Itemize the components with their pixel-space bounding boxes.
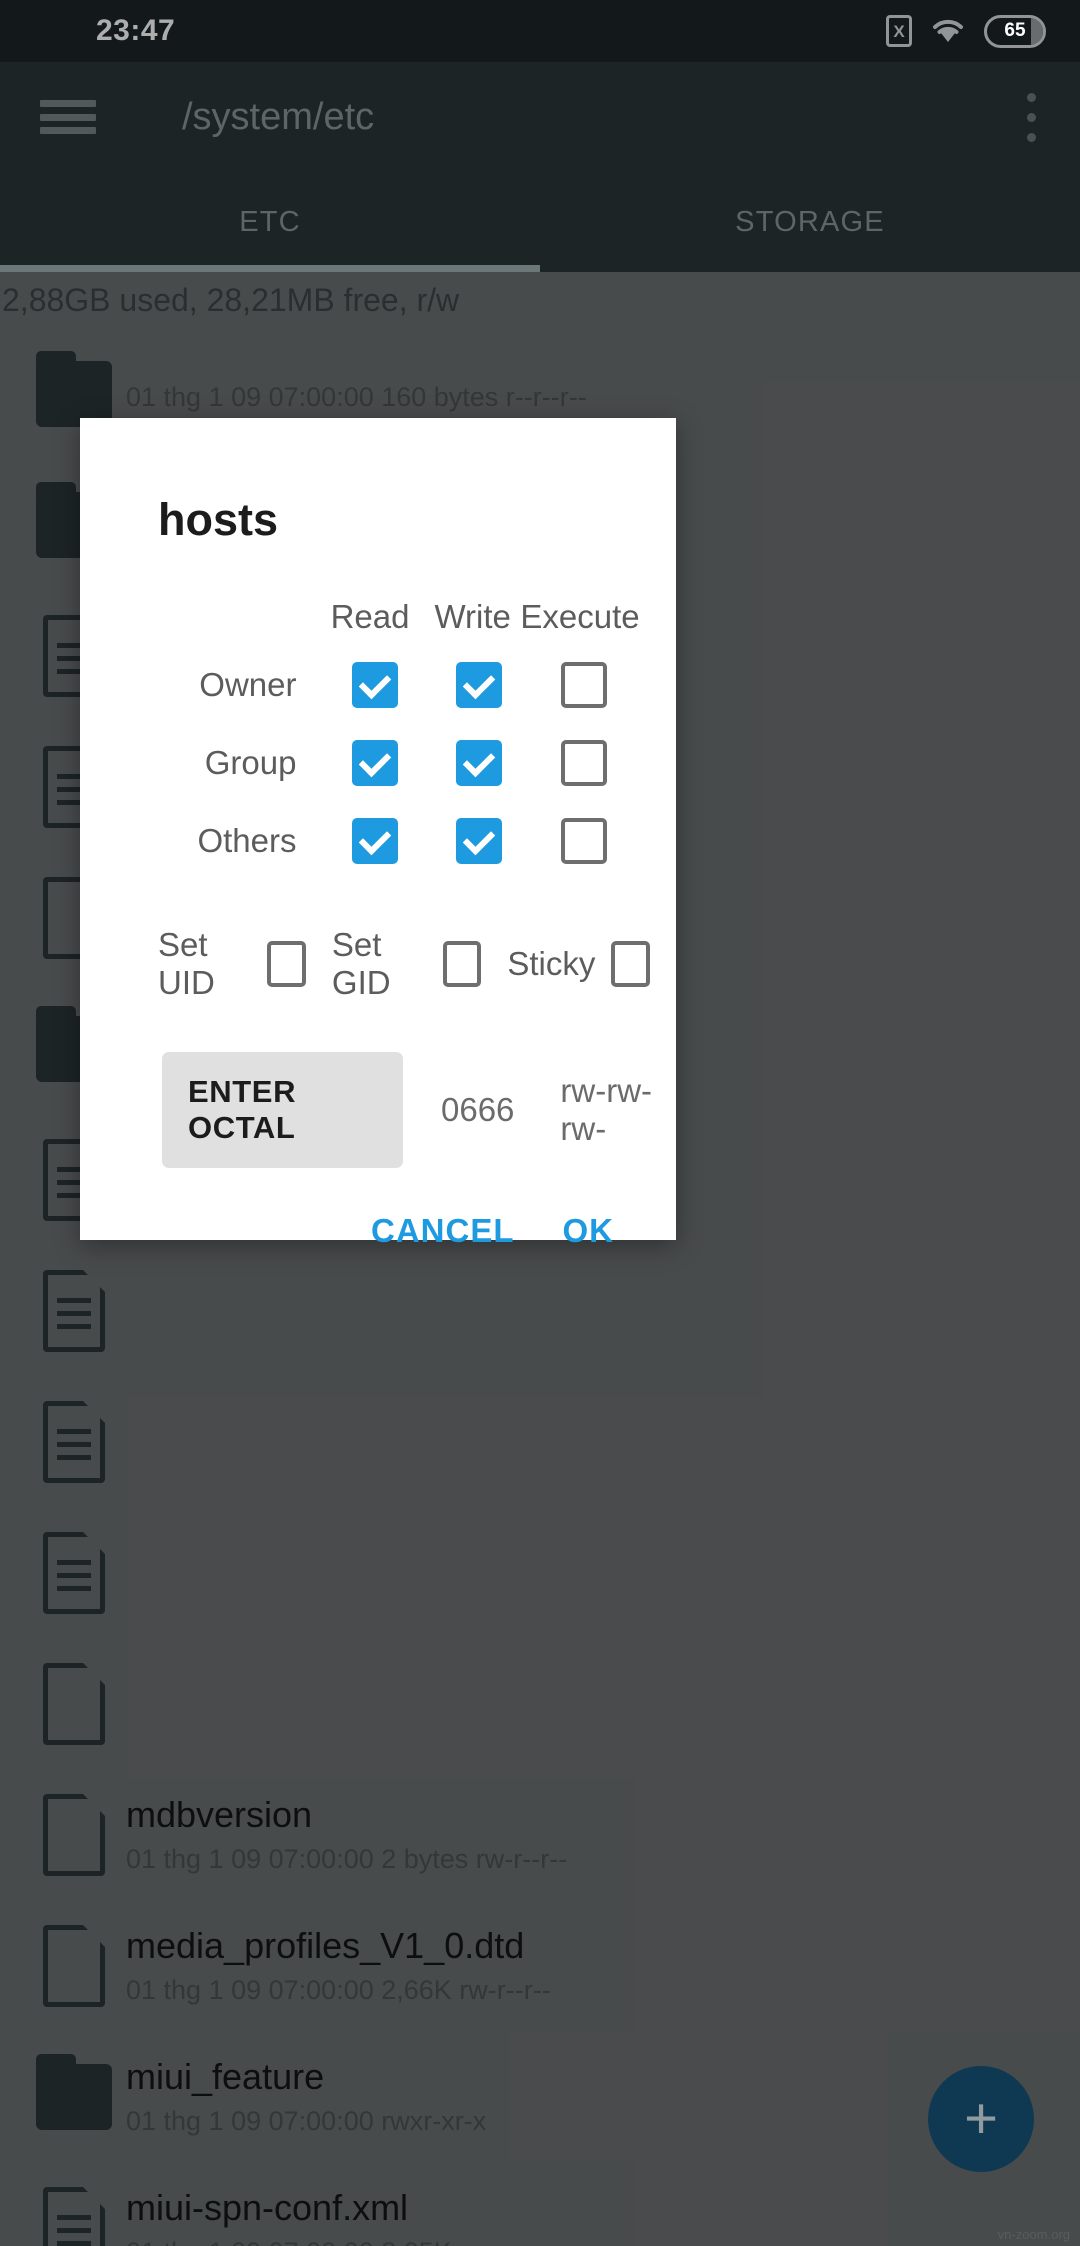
checkbox-cell — [427, 740, 532, 786]
permission-row-others: Others — [80, 802, 636, 880]
checkbox-sticky[interactable] — [611, 941, 651, 987]
row-label-group: Group — [204, 744, 297, 781]
cancel-button[interactable]: CANCEL — [371, 1212, 515, 1250]
row-label-others: Others — [197, 822, 297, 859]
column-header-write: Write — [434, 598, 511, 635]
octal-row: ENTER OCTAL 0666 rw-rw-rw- — [80, 1052, 676, 1168]
checkbox-cell — [427, 818, 532, 864]
label-set-uid: Set UID — [158, 926, 215, 1001]
checkbox-group-read[interactable] — [351, 740, 398, 786]
permissions-dialog: hosts Read Write Execute Owner Group Oth… — [80, 418, 676, 1249]
dialog-actions: CANCEL OK — [80, 1168, 676, 1250]
battery-level: 65 — [1004, 20, 1026, 41]
enter-octal-button[interactable]: ENTER OCTAL — [162, 1052, 403, 1168]
special-bits-row: Set UID Set GID Sticky — [80, 926, 676, 1002]
checkbox-cell — [322, 662, 427, 708]
checkbox-owner-execute[interactable] — [560, 662, 607, 708]
checkbox-cell — [427, 662, 532, 708]
column-header-execute: Execute — [520, 598, 640, 635]
ok-button[interactable]: OK — [563, 1212, 615, 1250]
octal-value: 0666 — [441, 1091, 515, 1128]
checkbox-others-read[interactable] — [351, 818, 398, 864]
permission-row-group: Group — [80, 724, 636, 802]
label-set-gid: Set GID — [331, 926, 391, 1001]
checkbox-owner-read[interactable] — [351, 662, 398, 708]
checkbox-owner-write[interactable] — [456, 662, 503, 708]
dialog-title: hosts — [158, 494, 279, 545]
checkbox-cell — [322, 818, 427, 864]
label-sticky: Sticky — [507, 945, 596, 982]
permission-header-row: Read Write Execute — [80, 588, 640, 646]
checkbox-set-gid[interactable] — [442, 941, 482, 987]
checkbox-cell — [531, 740, 636, 786]
permission-row-owner: Owner — [80, 646, 636, 724]
permission-string: rw-rw-rw- — [560, 1072, 653, 1147]
column-header-read: Read — [330, 598, 410, 635]
checkbox-group-write[interactable] — [456, 740, 503, 786]
checkbox-cell — [322, 740, 427, 786]
checkbox-group-execute[interactable] — [560, 740, 607, 786]
checkbox-cell — [531, 818, 636, 864]
checkbox-set-uid[interactable] — [267, 941, 306, 987]
row-label-owner: Owner — [199, 666, 297, 703]
checkbox-others-write[interactable] — [456, 818, 503, 864]
checkbox-others-execute[interactable] — [560, 818, 607, 864]
permission-grid: Read Write Execute Owner Group Others — [80, 588, 676, 880]
checkbox-cell — [531, 662, 636, 708]
watermark: vn-zoom.org — [997, 2227, 1070, 2242]
